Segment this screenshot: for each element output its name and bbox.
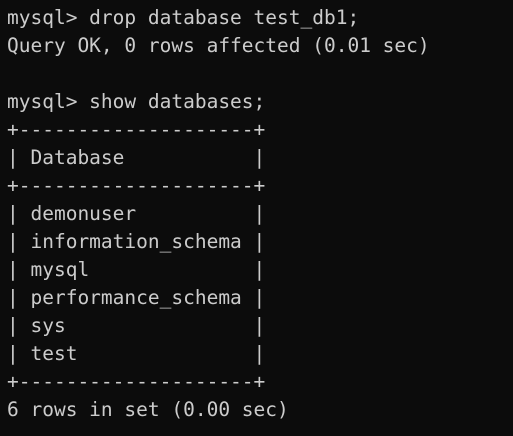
table-row: | test | (7, 342, 266, 365)
table-row: | demonuser | (7, 202, 266, 225)
output-line: Query OK, 0 rows affected (0.01 sec) (7, 34, 430, 57)
table-row: | mysql | (7, 258, 266, 281)
table-row: | sys | (7, 314, 266, 337)
terminal-window[interactable]: mysql> drop database test_db1; Query OK,… (0, 0, 513, 436)
table-border: +--------------------+ (7, 174, 266, 197)
table-row: | performance_schema | (7, 286, 266, 309)
command-line: mysql> drop database test_db1; (7, 6, 360, 29)
table-border: +--------------------+ (7, 118, 266, 141)
output-line: 6 rows in set (0.00 sec) (7, 398, 289, 421)
table-row: | information_schema | (7, 230, 266, 253)
table-border: +--------------------+ (7, 370, 266, 393)
table-header: | Database | (7, 146, 266, 169)
command-line: mysql> show databases; (7, 90, 266, 113)
